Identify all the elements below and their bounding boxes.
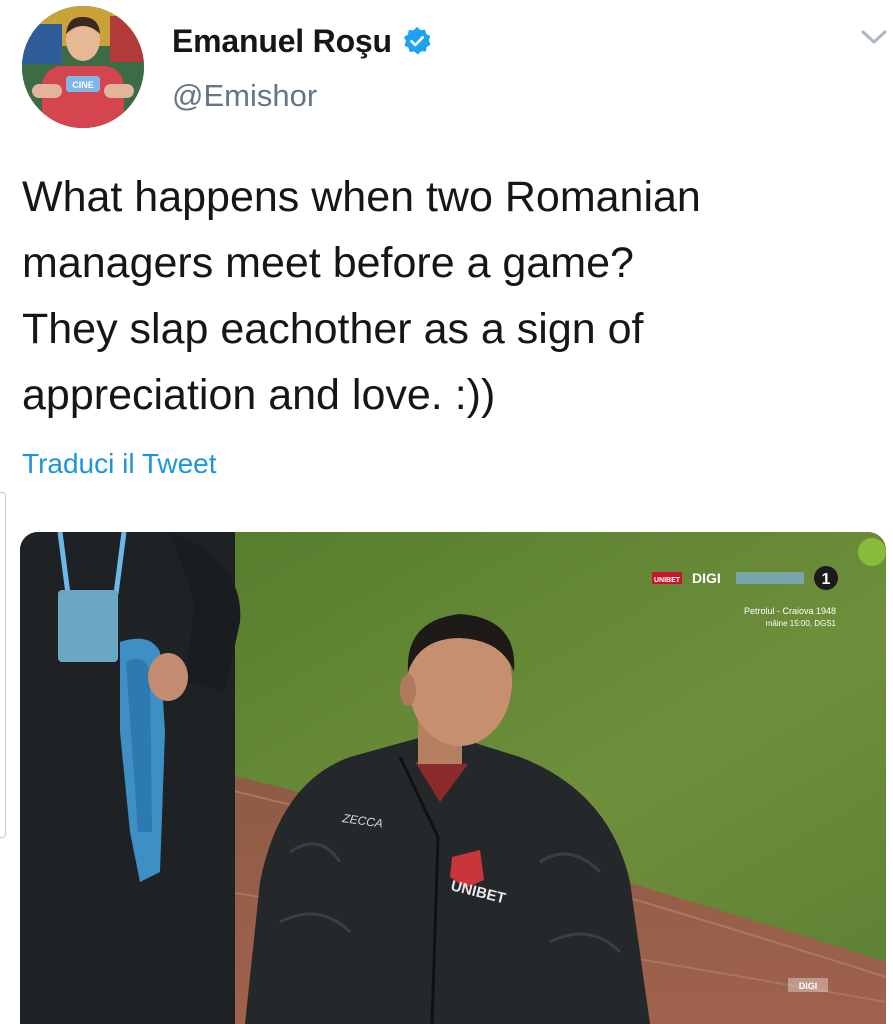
tweet-text-line: managers meet before a game? [22,239,634,287]
watermark: DIGI [799,981,818,991]
author-handle[interactable]: @Emishor [172,78,317,114]
translate-tweet-link[interactable]: Traduci il Tweet [22,448,217,480]
tweet-media-video[interactable]: UNIBET ZECCA UNIBET DIGI 1 Petrolul - Cr… [20,532,886,1024]
chevron-down-icon[interactable] [858,26,890,48]
verified-badge-icon [402,26,432,56]
ticker-line-1: Petrolul - Craiova 1948 [744,606,836,616]
accreditation-badge [58,590,118,662]
tweet-text-line: They slap eachother as a sign of [22,305,644,353]
ticker-line-2: mâine 15:00, DGS1 [766,619,837,628]
channel-number: 1 [822,571,831,588]
scroll-edge-indicator [0,492,6,838]
tweet-text: What happens when two Romanian managers … [22,164,872,428]
broadcaster-logo: DIGI [692,570,721,586]
video-frame: UNIBET ZECCA UNIBET DIGI 1 Petrolul - Cr… [20,532,886,1024]
author-name-row[interactable]: Emanuel Roşu [172,20,432,62]
tweet-text-line: appreciation and love. :)) [22,371,496,419]
tweet-text-line: What happens when two Romanian [22,173,701,221]
avatar[interactable]: CINE [22,6,144,128]
profile-photo: CINE [22,6,144,128]
avatar-shirt-text: CINE [72,80,94,90]
broadcaster-badge: UNIBET [654,577,681,584]
author-display-name[interactable]: Emanuel Roşu [172,23,392,60]
